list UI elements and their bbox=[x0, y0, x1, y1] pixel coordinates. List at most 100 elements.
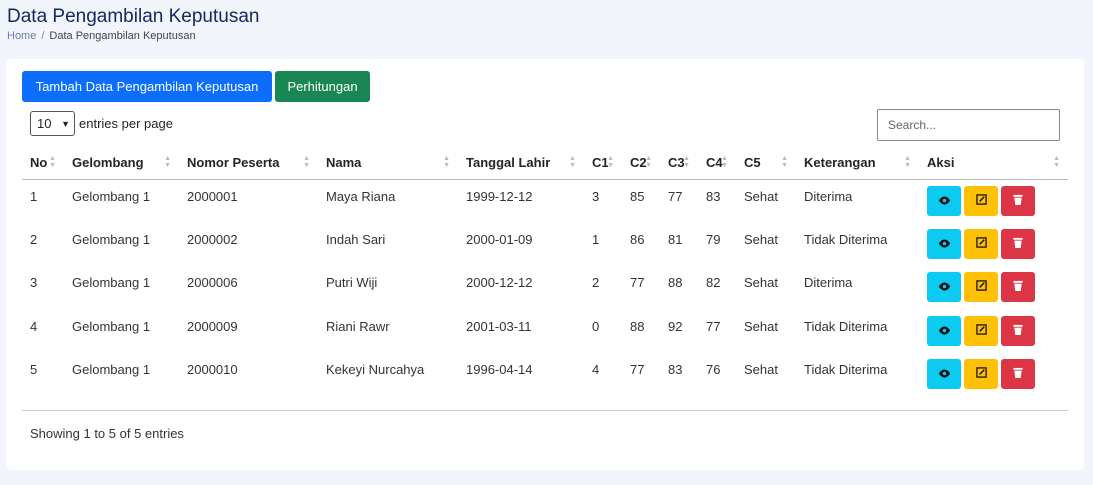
column-header[interactable]: Aksi ▲ ▼ bbox=[919, 147, 1068, 180]
table-cell: 81 bbox=[668, 231, 683, 247]
calculation-button[interactable]: Perhitungan bbox=[275, 71, 370, 102]
table-cell: 4 bbox=[30, 318, 38, 334]
view-button[interactable] bbox=[927, 185, 961, 216]
entries-select[interactable]: 10 ▼ bbox=[30, 111, 75, 136]
breadcrumb-current: Data Pengambilan Keputusan bbox=[49, 30, 196, 42]
actions-cell bbox=[919, 353, 1068, 397]
sort-icon: ▲ ▼ bbox=[781, 155, 788, 169]
sort-icon: ▲ ▼ bbox=[1053, 155, 1060, 169]
actions-cell bbox=[919, 310, 1068, 354]
table-cell: 2001-03-11 bbox=[466, 318, 532, 334]
table-row: 2 Gelombang 1 2000002 Indah Sari 2000-01-09 1… bbox=[22, 223, 1068, 267]
table-cell: 2000010 bbox=[187, 362, 238, 378]
view-button[interactable] bbox=[927, 315, 961, 346]
data-card: Tambah Data Pengambilan Keputusan Perhit… bbox=[6, 59, 1084, 470]
table-cell: Indah Sari bbox=[326, 231, 386, 247]
table-cell: Tidak Diterima bbox=[804, 362, 888, 378]
edit-icon bbox=[975, 193, 987, 208]
breadcrumb: Home / Data Pengambilan Keputusan bbox=[7, 30, 196, 42]
table-cell: 83 bbox=[668, 362, 683, 378]
table-cell: 2000-01-09 bbox=[466, 231, 533, 247]
view-button[interactable] bbox=[927, 228, 961, 259]
delete-button[interactable] bbox=[1001, 185, 1035, 216]
column-header[interactable]: C3 ▲ ▼ bbox=[660, 147, 698, 180]
edit-button[interactable] bbox=[964, 185, 998, 216]
table-cell: 76 bbox=[706, 362, 721, 378]
chevron-down-icon: ▼ bbox=[61, 118, 70, 129]
edit-button[interactable] bbox=[964, 315, 998, 346]
column-header[interactable]: C1 ▲ ▼ bbox=[584, 147, 622, 180]
sort-icon: ▲ ▼ bbox=[607, 155, 614, 169]
view-button[interactable] bbox=[927, 359, 961, 390]
sort-icon: ▲ ▼ bbox=[569, 155, 576, 169]
column-header-label: Tanggal Lahir bbox=[466, 155, 551, 171]
table-cell: 79 bbox=[706, 231, 721, 247]
entries-per-page: 10 ▼ entries per page bbox=[30, 111, 173, 136]
column-header[interactable]: No ▲ ▼ bbox=[22, 147, 64, 180]
edit-icon bbox=[975, 236, 987, 251]
column-header[interactable]: Keterangan ▲ ▼ bbox=[796, 147, 919, 180]
table-row: 5 Gelombang 1 2000010 Kekeyi Nurcahya 1996-0… bbox=[22, 353, 1068, 397]
column-header-label: Nomor Peserta bbox=[187, 155, 280, 171]
column-header[interactable]: Nomor Peserta ▲ ▼ bbox=[179, 147, 318, 180]
search-input[interactable]: Search... bbox=[877, 109, 1060, 141]
showing-entries-info: Showing 1 to 5 of 5 entries bbox=[30, 426, 184, 441]
table-cell: 82 bbox=[706, 275, 721, 291]
column-header-label: Nama bbox=[326, 155, 362, 171]
table-cell: 88 bbox=[630, 318, 645, 334]
breadcrumb-home-link[interactable]: Home bbox=[7, 30, 36, 42]
table-cell: Diterima bbox=[804, 275, 853, 291]
sort-icon: ▲ ▼ bbox=[164, 155, 171, 169]
eye-icon bbox=[938, 367, 951, 381]
table-cell: Sehat bbox=[744, 231, 778, 247]
table-cell: 2 bbox=[30, 231, 38, 247]
table-cell: 77 bbox=[630, 362, 645, 378]
table-cell: 77 bbox=[668, 188, 683, 204]
table-cell: Diterima bbox=[804, 188, 853, 204]
table-cell: Kekeyi Nurcahya bbox=[326, 362, 425, 378]
column-header[interactable]: Nama ▲ ▼ bbox=[318, 147, 458, 180]
table-cell: 2000-12-12 bbox=[466, 275, 533, 291]
delete-button[interactable] bbox=[1001, 272, 1035, 303]
view-button[interactable] bbox=[927, 272, 961, 303]
delete-button[interactable] bbox=[1001, 359, 1035, 390]
table-cell: 0 bbox=[592, 318, 600, 334]
table-cell: 5 bbox=[30, 362, 38, 378]
edit-button[interactable] bbox=[964, 359, 998, 390]
table-cell: 85 bbox=[630, 188, 645, 204]
table-cell: 86 bbox=[630, 231, 645, 247]
column-header[interactable]: Tanggal Lahir ▲ ▼ bbox=[458, 147, 584, 180]
column-header-label: Keterangan bbox=[804, 155, 876, 171]
edit-icon bbox=[975, 367, 987, 381]
column-header[interactable]: C4 ▲ ▼ bbox=[698, 147, 736, 180]
sort-icon: ▲ ▼ bbox=[721, 155, 728, 169]
actions-cell bbox=[919, 266, 1068, 310]
table-cell: Maya Riana bbox=[326, 188, 396, 204]
eye-icon bbox=[938, 280, 951, 294]
column-header-label: C5 bbox=[744, 155, 761, 171]
table-cell: 1996-04-14 bbox=[466, 362, 533, 378]
column-header-label: Gelombang bbox=[72, 155, 144, 171]
table-cell: Gelombang 1 bbox=[72, 188, 151, 204]
table-cell: Sehat bbox=[744, 318, 778, 334]
table-cell: 3 bbox=[592, 188, 600, 204]
table-cell: 77 bbox=[706, 318, 721, 334]
column-header-label: No bbox=[30, 155, 48, 171]
edit-icon bbox=[975, 280, 987, 294]
column-header[interactable]: C2 ▲ ▼ bbox=[622, 147, 660, 180]
table-header-row: No ▲ ▼ Gelombang ▲ ▼ Nomor Peserta ▲ ▼ Nama ▲ ▼ Tang… bbox=[22, 147, 1068, 180]
trash-icon bbox=[1013, 324, 1023, 338]
column-header[interactable]: Gelombang ▲ ▼ bbox=[64, 147, 179, 180]
table-cell: Gelombang 1 bbox=[72, 275, 151, 291]
edit-button[interactable] bbox=[964, 272, 998, 303]
table-cell: 4 bbox=[592, 362, 600, 378]
delete-button[interactable] bbox=[1001, 228, 1035, 259]
add-decision-button[interactable]: Tambah Data Pengambilan Keputusan bbox=[22, 71, 272, 102]
edit-button[interactable] bbox=[964, 228, 998, 259]
table-cell: 77 bbox=[630, 275, 645, 291]
table-row: 1 Gelombang 1 2000001 Maya Riana 1999-12-12 3… bbox=[22, 179, 1068, 223]
table-cell: 2000009 bbox=[187, 318, 238, 334]
column-header[interactable]: C5 ▲ ▼ bbox=[736, 147, 796, 180]
trash-icon bbox=[1013, 367, 1023, 381]
delete-button[interactable] bbox=[1001, 315, 1035, 346]
